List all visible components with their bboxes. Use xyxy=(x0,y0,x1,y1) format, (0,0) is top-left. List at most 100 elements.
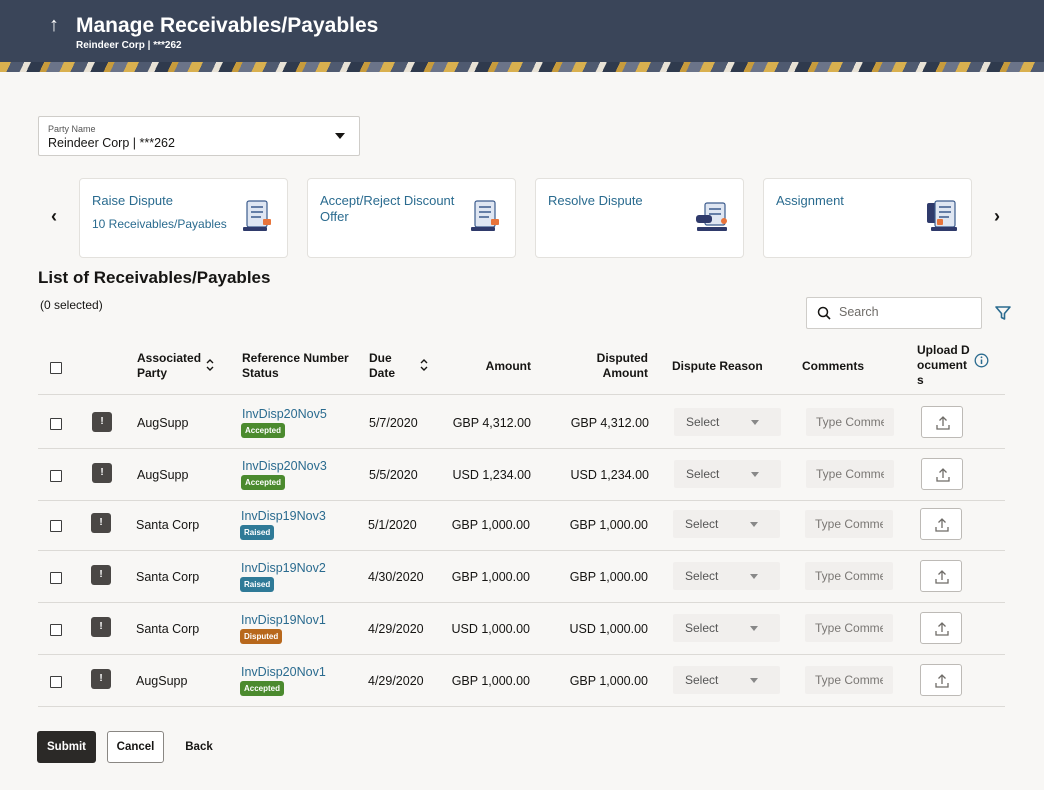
row-checkbox[interactable] xyxy=(50,418,62,430)
due-date: 4/30/2020 xyxy=(368,570,424,584)
info-icon[interactable] xyxy=(974,353,989,368)
due-date: 4/29/2020 xyxy=(368,622,424,636)
dispute-reason-select[interactable]: Select xyxy=(673,510,780,538)
up-arrow-icon[interactable]: ↑ xyxy=(46,14,62,37)
row-detail-icon[interactable]: ! xyxy=(91,669,111,689)
comments-input[interactable] xyxy=(805,510,893,538)
comments-input[interactable] xyxy=(805,666,893,694)
cancel-button[interactable]: Cancel xyxy=(107,731,164,763)
upload-icon xyxy=(935,622,949,636)
party-name-select[interactable]: Party Name Reindeer Corp | ***262 xyxy=(38,116,360,156)
row-detail-icon[interactable]: ! xyxy=(92,412,112,432)
disputed-amount: GBP 1,000.00 xyxy=(569,518,648,532)
document-hand-icon xyxy=(696,202,727,231)
reference-number-link[interactable]: InvDisp20Nov1 xyxy=(241,665,326,679)
table-divider xyxy=(38,394,1005,395)
upload-icon xyxy=(935,518,949,532)
chevron-down-icon xyxy=(750,522,758,527)
document-list-icon xyxy=(471,200,499,231)
comments-input[interactable] xyxy=(806,460,894,488)
upload-button[interactable] xyxy=(920,508,962,540)
row-detail-icon[interactable]: ! xyxy=(91,617,111,637)
chevron-down-icon xyxy=(335,133,345,139)
reference-number-link[interactable]: InvDisp20Nov5 xyxy=(242,407,327,421)
submit-button[interactable]: Submit xyxy=(37,731,96,763)
column-header-reference-status: Reference Number Status xyxy=(242,351,349,380)
dispute-reason-value: Select xyxy=(685,517,719,531)
amount: USD 1,234.00 xyxy=(452,468,531,482)
table-divider xyxy=(38,550,1005,551)
associated-party: Santa Corp xyxy=(136,570,200,584)
associated-party: AugSupp xyxy=(137,468,189,482)
row-checkbox[interactable] xyxy=(50,520,62,532)
accept-reject-discount-card[interactable]: Accept/Reject Discount Offer xyxy=(307,178,516,258)
dispute-reason-value: Select xyxy=(686,415,720,429)
upload-button[interactable] xyxy=(921,406,963,438)
dispute-reason-select[interactable]: Select xyxy=(673,562,780,590)
sort-icon[interactable] xyxy=(205,358,215,372)
column-header-due-date: Due Date xyxy=(369,351,396,380)
dispute-reason-select[interactable]: Select xyxy=(674,460,781,488)
carousel-prev-button[interactable]: ‹ xyxy=(44,206,64,227)
row-checkbox[interactable] xyxy=(50,624,62,636)
back-button[interactable]: Back xyxy=(176,731,222,763)
chevron-down-icon xyxy=(750,574,758,579)
column-header-amount: Amount xyxy=(485,359,531,373)
status-badge: Raised xyxy=(240,577,275,592)
amount: USD 1,000.00 xyxy=(451,622,530,636)
comments-input[interactable] xyxy=(805,562,893,590)
associated-party: Santa Corp xyxy=(136,518,200,532)
search-box[interactable] xyxy=(806,297,982,329)
status-badge: Accepted xyxy=(241,475,286,490)
sort-icon[interactable] xyxy=(419,358,429,372)
row-detail-icon[interactable]: ! xyxy=(92,463,112,483)
comments-input[interactable] xyxy=(806,408,894,436)
assignment-card[interactable]: Assignment xyxy=(763,178,972,258)
upload-button[interactable] xyxy=(920,664,962,696)
reference-number-link[interactable]: InvDisp19Nov1 xyxy=(241,613,326,627)
status-badge: Disputed xyxy=(240,629,283,644)
search-input[interactable] xyxy=(839,305,973,319)
dispute-reason-select[interactable]: Select xyxy=(673,666,780,694)
resolve-dispute-card[interactable]: Resolve Dispute xyxy=(535,178,744,258)
document-stack-icon xyxy=(927,200,957,231)
carousel-next-button[interactable]: › xyxy=(987,206,1007,227)
chevron-down-icon xyxy=(751,420,759,425)
comments-input[interactable] xyxy=(805,614,893,642)
disputed-amount: GBP 1,000.00 xyxy=(569,570,648,584)
select-all-checkbox[interactable] xyxy=(50,362,62,374)
disputed-amount: GBP 4,312.00 xyxy=(570,416,649,430)
row-checkbox[interactable] xyxy=(50,572,62,584)
dispute-reason-value: Select xyxy=(686,467,720,481)
reference-number-link[interactable]: InvDisp19Nov2 xyxy=(241,561,326,575)
raise-dispute-card[interactable]: Raise Dispute 10 Receivables/Payables xyxy=(79,178,288,258)
disputed-amount: GBP 1,000.00 xyxy=(569,674,648,688)
filter-icon[interactable] xyxy=(994,304,1012,322)
row-detail-icon[interactable]: ! xyxy=(91,513,111,533)
amount: GBP 1,000.00 xyxy=(451,674,530,688)
row-checkbox[interactable] xyxy=(50,676,62,688)
reference-number-link[interactable]: InvDisp20Nov3 xyxy=(242,459,327,473)
column-header-upload-documents: Upload Documents xyxy=(917,343,970,387)
upload-button[interactable] xyxy=(921,458,963,490)
dispute-reason-value: Select xyxy=(685,569,719,583)
search-icon xyxy=(817,306,831,320)
table-divider xyxy=(38,706,1005,707)
table-divider xyxy=(38,602,1005,603)
row-detail-icon[interactable]: ! xyxy=(91,565,111,585)
receivables-count-link[interactable]: 10 Receivables/Payables xyxy=(92,217,227,231)
chevron-down-icon xyxy=(750,678,758,683)
dispute-reason-select[interactable]: Select xyxy=(674,408,781,436)
table-divider xyxy=(38,654,1005,655)
disputed-amount: USD 1,234.00 xyxy=(570,468,649,482)
card-title: Assignment xyxy=(776,193,844,208)
upload-icon xyxy=(936,416,950,430)
party-name-value: Reindeer Corp | ***262 xyxy=(48,136,175,150)
row-checkbox[interactable] xyxy=(50,470,62,482)
due-date: 5/5/2020 xyxy=(369,468,418,482)
page-title: Manage Receivables/Payables xyxy=(76,14,379,37)
reference-number-link[interactable]: InvDisp19Nov3 xyxy=(241,509,326,523)
upload-button[interactable] xyxy=(920,560,962,592)
dispute-reason-select[interactable]: Select xyxy=(673,614,780,642)
upload-button[interactable] xyxy=(920,612,962,644)
